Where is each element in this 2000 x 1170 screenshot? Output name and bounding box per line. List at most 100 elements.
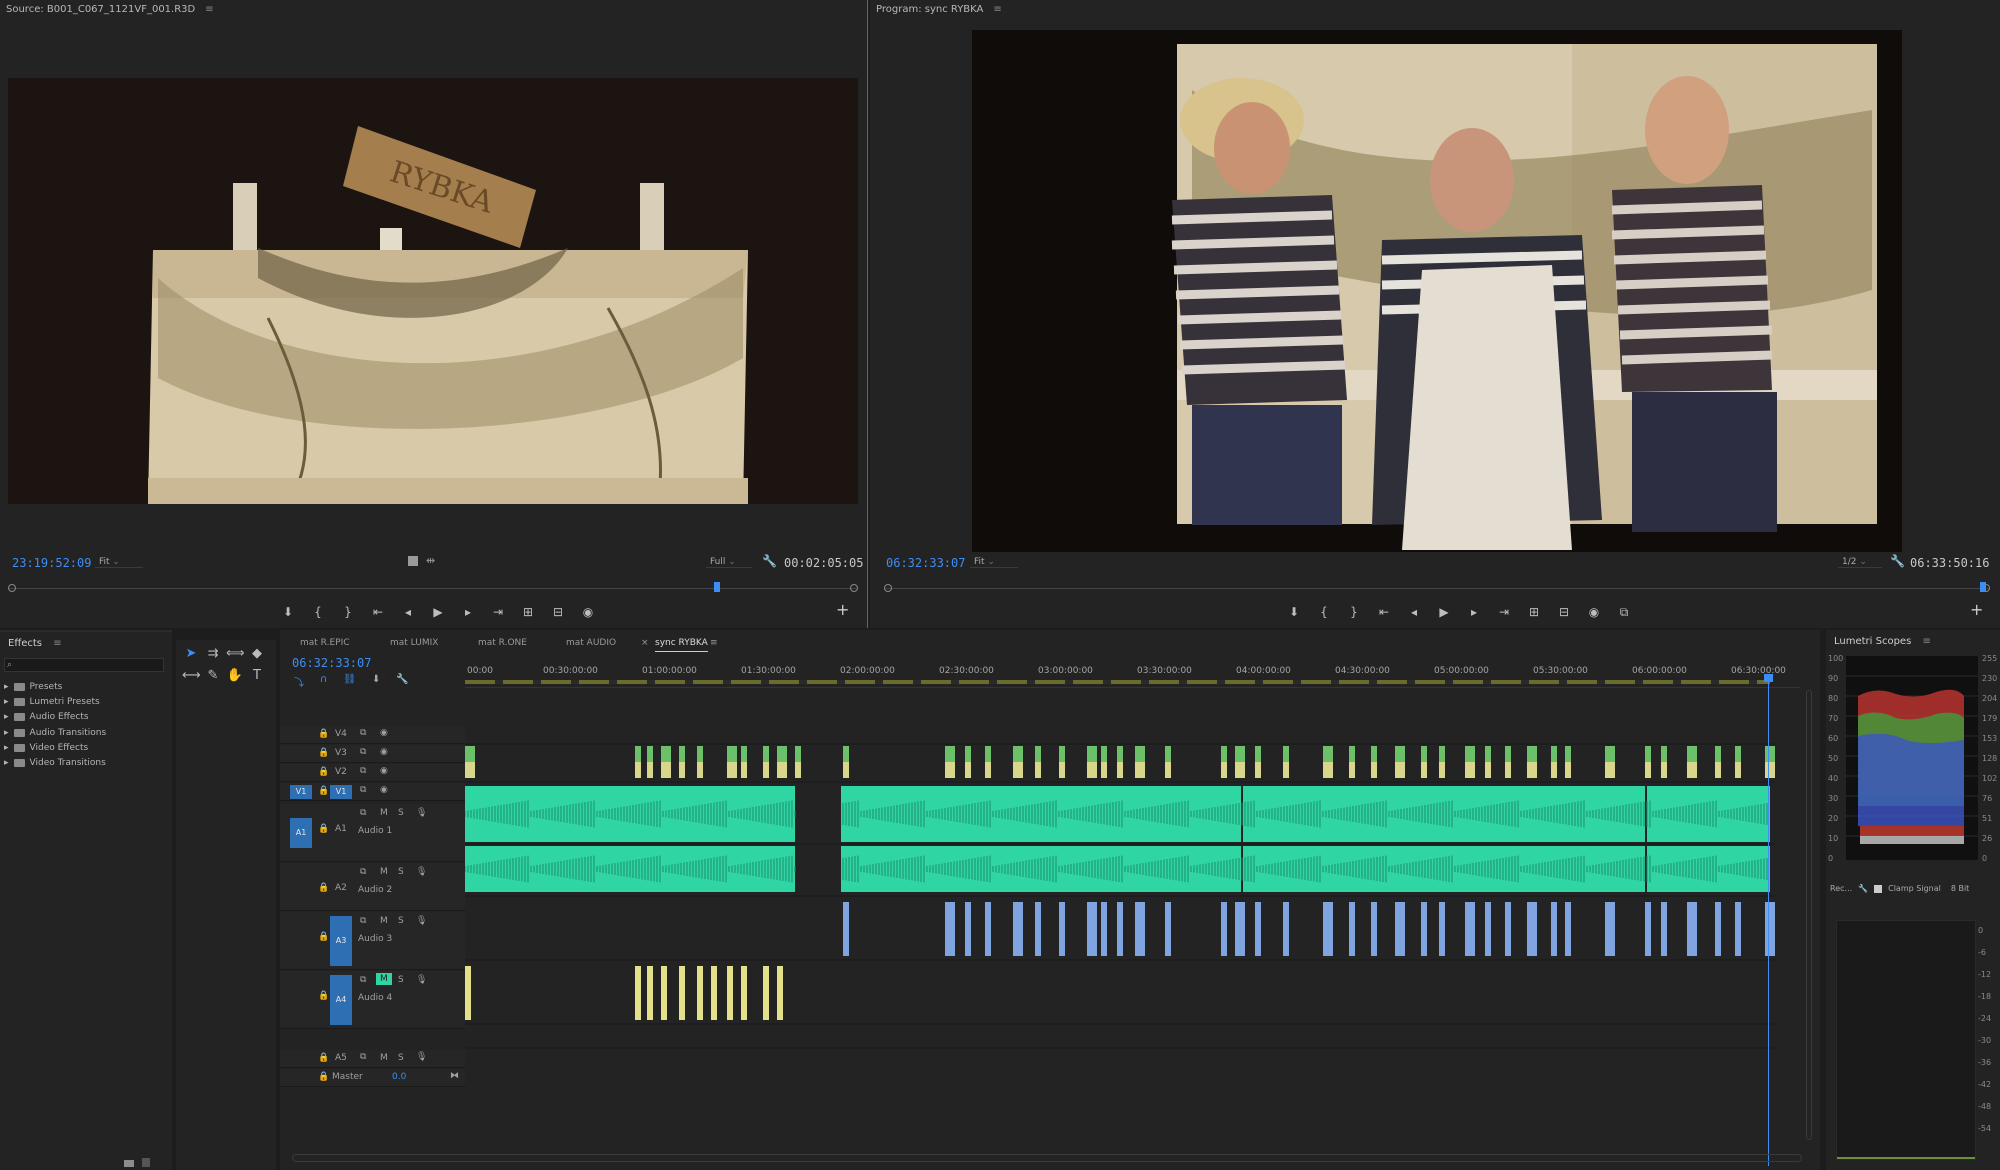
step-forward-icon[interactable]: ▸ [460,605,476,619]
audio-clip-a4[interactable] [777,966,783,1020]
mark-in-icon[interactable]: { [1316,605,1332,619]
step-forward-icon[interactable]: ▸ [1466,605,1482,619]
solo-button[interactable]: S [398,867,404,877]
track-name[interactable]: Audio 1 [358,826,392,836]
video-clip-v2[interactable] [697,746,703,762]
video-clip-v1[interactable] [1221,762,1227,778]
timeline-horizontal-scrollbar[interactable] [292,1154,1802,1162]
audio-clip-a3[interactable] [985,902,991,956]
video-clip-v2[interactable] [1565,746,1571,762]
video-clip-v1[interactable] [1323,762,1333,778]
source-patch-v1[interactable]: V1 [290,785,312,799]
lock-icon[interactable]: 🔒 [318,786,329,796]
video-clip-v2[interactable] [1059,746,1065,762]
video-clip-v2[interactable] [727,746,737,762]
video-clip-v1[interactable] [635,762,641,778]
audio-clip-a3[interactable] [1117,902,1123,956]
step-back-icon[interactable]: ◂ [400,605,416,619]
video-clip-v2[interactable] [1505,746,1511,762]
lumetri-scopes-tab[interactable]: Lumetri Scopes ≡ [1834,636,1931,647]
track-select-tool-icon[interactable]: ⇉ [204,646,222,661]
source-button-editor-icon[interactable]: + [836,600,849,619]
timeline-clip-area[interactable] [465,688,1775,1088]
audio-clip-a3[interactable] [1165,902,1171,956]
effects-item-video-effects[interactable]: ▸ Video Effects [4,741,88,755]
video-clip-v2[interactable] [1605,746,1615,762]
sync-lock-icon[interactable]: ⧉ [360,766,366,776]
video-clip-v1[interactable] [1687,762,1697,778]
audio-clip-a3[interactable] [1687,902,1697,956]
mark-in-icon[interactable]: { [310,605,326,619]
trash-icon[interactable] [142,1158,150,1167]
mark-out-icon[interactable]: } [1346,605,1362,619]
type-tool-icon[interactable]: T [248,668,266,683]
video-clip-v1[interactable] [647,762,653,778]
source-timecode[interactable]: 23:19:52:09 [12,556,91,570]
audio-clip-a4[interactable] [741,966,747,1020]
audio-clip-a3[interactable] [1605,902,1615,956]
video-clip-v1[interactable] [1485,762,1491,778]
play-icon[interactable]: ▶ [1436,605,1452,619]
sync-lock-icon[interactable]: ⧉ [360,975,366,985]
video-clip-v2[interactable] [1255,746,1261,762]
go-to-in-icon[interactable]: ⇤ [370,605,386,619]
track-name[interactable]: Audio 3 [358,934,392,944]
audio-clip-a4[interactable] [635,966,641,1020]
audio-clip-a3[interactable] [1527,902,1537,956]
lock-icon[interactable]: 🔒 [318,748,329,758]
lock-icon[interactable]: 🔒 [318,1072,329,1082]
audio-clip-a3[interactable] [1221,902,1227,956]
effects-item-presets[interactable]: ▸ Presets [4,680,62,694]
go-to-in-icon[interactable]: ⇤ [1376,605,1392,619]
audio-clip-a4[interactable] [763,966,769,1020]
lock-icon[interactable]: 🔒 [318,824,329,834]
video-clip-v1[interactable] [1765,762,1775,778]
video-clip-v2[interactable] [635,746,641,762]
audio-clip-a3[interactable] [1645,902,1651,956]
video-clip-v1[interactable] [679,762,685,778]
sync-lock-icon[interactable]: ⧉ [360,867,366,877]
audio-clip-a3[interactable] [843,902,849,956]
mark-out-icon[interactable]: } [340,605,356,619]
menu-icon[interactable]: ≡ [1922,636,1930,647]
audio-clip-a3[interactable] [945,902,955,956]
mic-icon[interactable]: 🎙 [416,808,427,818]
audio-clip-a3[interactable] [1395,902,1405,956]
video-clip-v2[interactable] [1013,746,1023,762]
video-clip-v1[interactable] [661,762,671,778]
audio-clip-a3[interactable] [1565,902,1571,956]
video-clip-v1[interactable] [1551,762,1557,778]
timeline-vertical-scrollbar[interactable] [1806,690,1812,1140]
effects-item-audio-effects[interactable]: ▸ Audio Effects [4,710,89,724]
audio-clip-a4[interactable] [647,966,653,1020]
audio-clip-a3[interactable] [1765,902,1775,956]
drag-video-icon[interactable] [408,556,418,566]
audio-clip-a3[interactable] [1505,902,1511,956]
video-clip-v2[interactable] [1349,746,1355,762]
video-clip-v2[interactable] [1687,746,1697,762]
timeline-ruler[interactable]: 00:00 00:30:00:00 01:00:00:00 01:30:00:0… [465,664,1800,688]
tab-mat-audio[interactable]: mat AUDIO [566,638,616,648]
wrench-icon[interactable]: 🔧 [1890,554,1905,568]
sync-lock-icon[interactable]: ⧉ [360,1052,366,1062]
sync-lock-icon[interactable]: ⧉ [360,808,366,818]
eye-icon[interactable]: ◉ [380,785,388,795]
video-clip-v2[interactable] [1735,746,1741,762]
video-clip-v1[interactable] [965,762,971,778]
program-time-ruler[interactable] [884,582,1990,594]
audio-clip-a3[interactable] [1735,902,1741,956]
video-clip-v1[interactable] [1645,762,1651,778]
video-clip-v2[interactable] [945,746,955,762]
video-clip-v1[interactable] [1235,762,1245,778]
video-clip-v1[interactable] [1255,762,1261,778]
effects-item-audio-transitions[interactable]: ▸ Audio Transitions [4,726,106,740]
sync-lock-icon[interactable]: ⧉ [360,785,366,795]
lock-icon[interactable]: 🔒 [318,767,329,777]
audio-clip-a3[interactable] [1323,902,1333,956]
source-patch-a1[interactable]: A1 [290,818,312,848]
timeline-timecode[interactable]: 06:32:33:07 [292,656,371,670]
master-volume[interactable]: 0.0 [392,1072,406,1082]
bit-depth-dropdown[interactable]: 8 Bit [1951,884,1969,893]
source-monitor-title[interactable]: Source: B001_C067_1121VF_001.R3D ≡ [6,4,214,15]
video-clip-v2[interactable] [777,746,787,762]
